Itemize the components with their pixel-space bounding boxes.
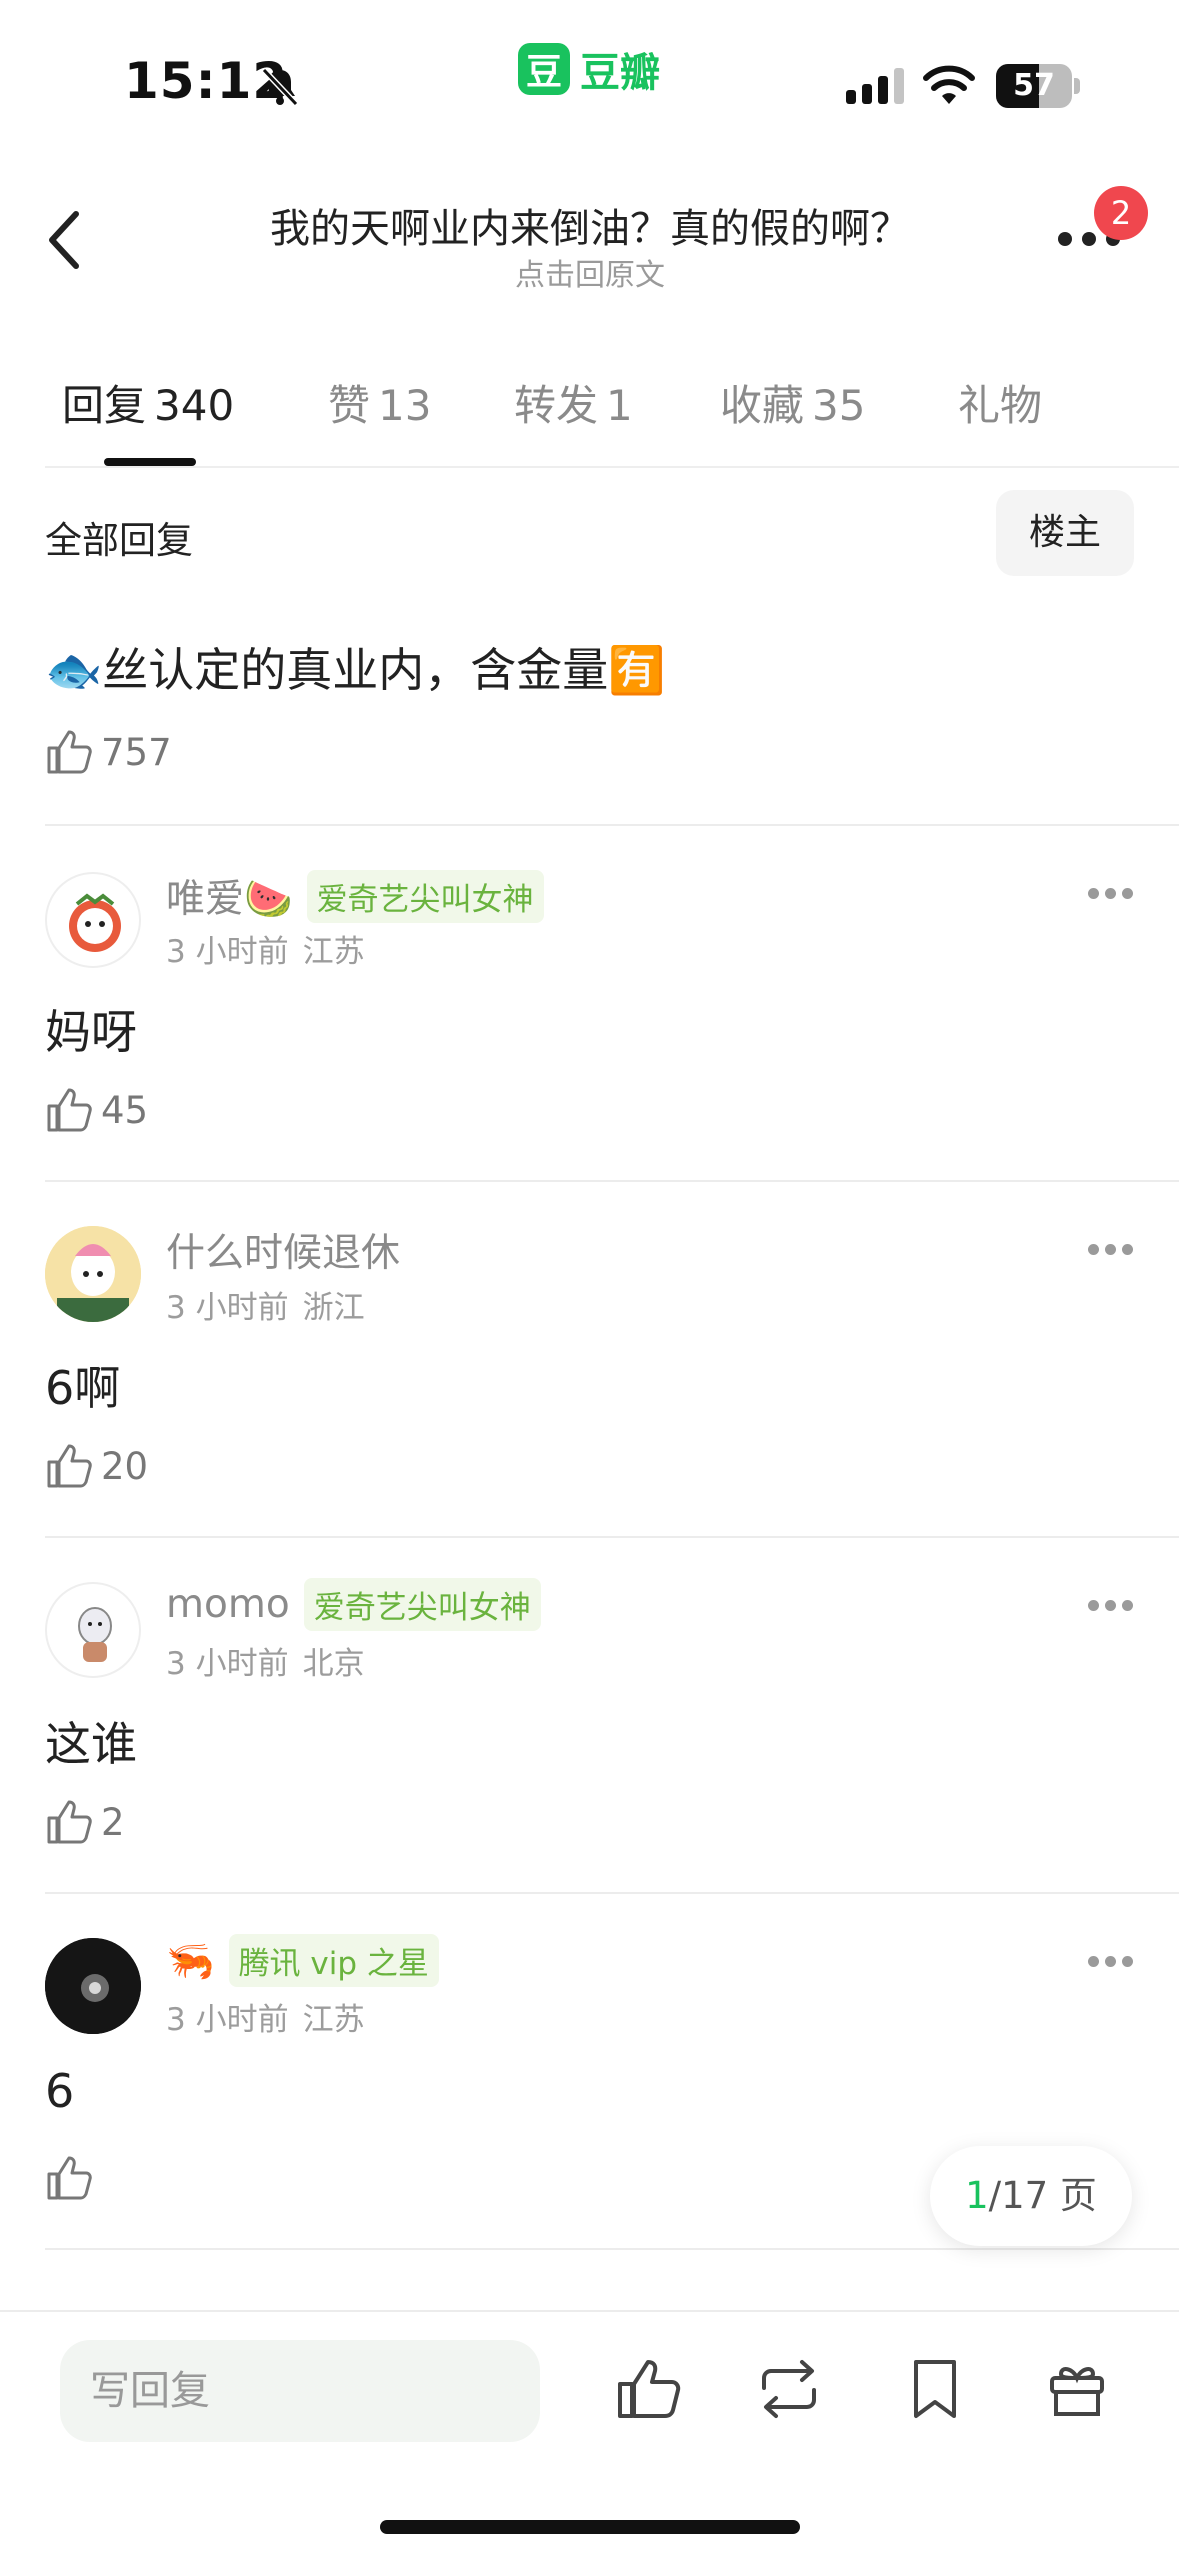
owner-only-button[interactable]: 楼主: [996, 490, 1134, 576]
reply-input[interactable]: [60, 2340, 540, 2442]
tab-replies[interactable]: 回复 340: [62, 372, 234, 433]
home-indicator: [380, 2520, 800, 2534]
comment-content: 🐟丝认定的真业内，含金量🈶: [45, 643, 666, 697]
user-badge: 爱奇艺尖叫女神: [306, 869, 544, 923]
comment-meta: 3 小时前 江苏: [166, 2002, 365, 2038]
battery-percent: 57: [1013, 68, 1055, 103]
like-button[interactable]: 20: [45, 1442, 148, 1490]
comment-content: 6啊: [45, 1361, 121, 1415]
comment-content: 妈呀: [45, 1005, 137, 1059]
back-icon[interactable]: [40, 200, 90, 280]
thumbs-up-icon: [47, 730, 92, 774]
comment-content: 这谁: [45, 1717, 137, 1771]
thumbs-up-icon: [47, 1800, 92, 1844]
post-title[interactable]: 我的天啊业内来倒油？真的假的啊？: [160, 196, 1020, 254]
avatar[interactable]: [45, 1226, 141, 1322]
app-name: 豆瓣: [580, 50, 660, 96]
douban-logo-icon: 豆: [518, 43, 570, 95]
comment-meta: 3 小时前 江苏: [166, 934, 365, 970]
tab-gifts[interactable]: 礼物: [958, 372, 1042, 433]
comment-meta: 3 小时前 浙江: [166, 1290, 365, 1326]
bell-muted-icon: [261, 67, 299, 107]
all-replies-filter[interactable]: 全部回复: [45, 510, 193, 564]
tab-favorites[interactable]: 收藏 35: [720, 372, 865, 433]
notification-badge: 2: [1094, 186, 1148, 240]
back-to-post-link[interactable]: 点击回原文: [160, 250, 1020, 294]
tab-bar: 回复 340 赞 13 转发 1 收藏 35 礼物: [0, 360, 1179, 470]
page-indicator[interactable]: 1/17 页: [930, 2146, 1132, 2246]
comment-author[interactable]: 唯爱🍉 爱奇艺尖叫女神: [166, 868, 544, 924]
avatar[interactable]: [45, 1938, 141, 2034]
user-badge: 爱奇艺尖叫女神: [303, 1578, 541, 1631]
comment-more-icon[interactable]: [1088, 888, 1134, 902]
like-button[interactable]: 757: [45, 728, 172, 776]
tab-likes[interactable]: 赞 13: [328, 372, 431, 433]
gift-icon[interactable]: [1042, 2354, 1112, 2424]
comment-more-icon[interactable]: [1088, 1956, 1134, 1970]
repost-icon[interactable]: [754, 2354, 824, 2424]
thumbs-up-icon: [47, 1088, 92, 1132]
like-button[interactable]: 2: [45, 1798, 125, 1846]
thumbs-up-icon: [47, 1444, 92, 1488]
tab-reposts[interactable]: 转发 1: [514, 372, 633, 433]
bookmark-icon[interactable]: [900, 2354, 970, 2424]
signal-icon: [846, 68, 904, 104]
user-badge: 腾讯 vip 之星: [228, 1934, 439, 1987]
avatar[interactable]: [45, 1582, 141, 1678]
comment-author[interactable]: 🦐 腾讯 vip 之星: [166, 1934, 439, 1987]
thumbs-up-icon: [47, 2156, 92, 2200]
avatar[interactable]: [45, 872, 141, 968]
comment-meta: 3 小时前 北京: [166, 1646, 365, 1682]
comment-more-icon[interactable]: [1088, 1244, 1134, 1258]
battery-indicator: 57: [996, 64, 1080, 108]
comment-more-icon[interactable]: [1088, 1600, 1134, 1614]
active-tab-indicator: [104, 458, 196, 466]
like-button[interactable]: 45: [45, 1086, 148, 1134]
wifi-icon: [923, 65, 975, 104]
like-button[interactable]: [45, 2154, 101, 2202]
status-bar: 15:12 豆 豆瓣 57: [0, 0, 1179, 150]
comment-author[interactable]: 什么时候退休: [166, 1222, 400, 1278]
app-badge: 豆 豆瓣: [518, 40, 660, 98]
comment-author[interactable]: momo 爱奇艺尖叫女神: [166, 1578, 541, 1631]
comment-content: 6: [45, 2064, 75, 2118]
thumbs-up-icon[interactable]: [612, 2354, 682, 2424]
